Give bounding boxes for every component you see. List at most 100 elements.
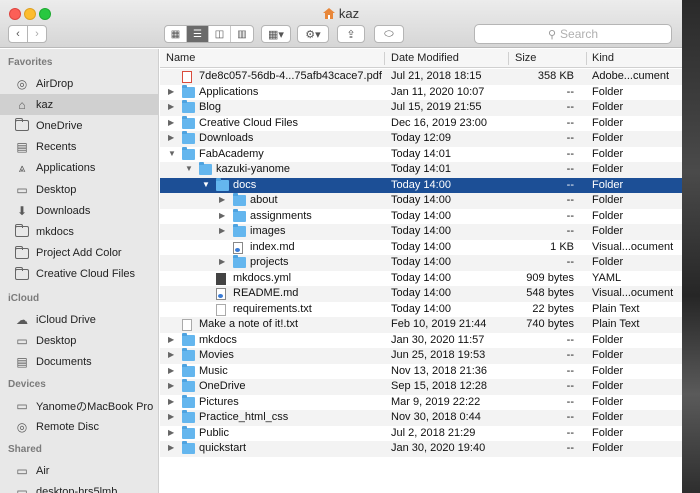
file-row[interactable]: ▶ Downloads Today 12:09 -- Folder bbox=[160, 131, 682, 147]
forward-button[interactable]: › bbox=[27, 25, 47, 43]
folder-icon bbox=[182, 394, 195, 408]
sidebar-item[interactable]: mkdocs bbox=[0, 221, 158, 242]
file-name: about bbox=[250, 194, 278, 206]
disclosure-closed-icon[interactable]: ▶ bbox=[219, 211, 229, 220]
file-name: Music bbox=[199, 364, 228, 377]
file-size: -- bbox=[566, 349, 574, 361]
file-row[interactable]: mkdocs.yml Today 14:00 909 bytes YAML bbox=[160, 271, 682, 287]
disclosure-closed-icon[interactable]: ▶ bbox=[168, 133, 178, 142]
file-row[interactable]: ▶ Blog Jul 15, 2019 21:55 -- Folder bbox=[160, 100, 682, 116]
sidebar-item[interactable]: ▤ Recents bbox=[0, 137, 158, 158]
file-row[interactable]: ▼ docs Today 14:00 -- Folder bbox=[160, 177, 682, 193]
sidebar-item[interactable]: ⩓ Applications bbox=[0, 158, 158, 179]
sidebar-item[interactable]: ◎ Remote Disc bbox=[0, 416, 158, 437]
sidebar-item[interactable]: ◎ AirDrop bbox=[0, 73, 158, 94]
disclosure-open-icon[interactable]: ▼ bbox=[185, 164, 195, 173]
disclosure-closed-icon[interactable]: ▶ bbox=[219, 195, 229, 204]
sidebar-item[interactable]: ⬇ Downloads bbox=[0, 200, 158, 221]
column-view-button[interactable]: ◫ bbox=[209, 26, 231, 42]
sidebar-item[interactable]: ☁ iCloud Drive bbox=[0, 309, 158, 330]
file-kind: Folder bbox=[592, 411, 624, 423]
sidebar-item[interactable]: ▤ Documents bbox=[0, 351, 158, 372]
disclosure-closed-icon[interactable]: ▶ bbox=[168, 102, 178, 111]
column-header-size[interactable]: Size bbox=[515, 52, 536, 64]
gallery-view-button[interactable]: ▥ bbox=[231, 26, 253, 42]
file-row[interactable]: ▶ images Today 14:00 -- Folder bbox=[160, 224, 682, 240]
file-row[interactable]: ▶ Movies Jun 25, 2018 19:53 -- Folder bbox=[160, 348, 682, 364]
disclosure-closed-icon[interactable]: ▶ bbox=[168, 335, 178, 344]
file-row[interactable]: ▶ Creative Cloud Files Dec 16, 2019 23:00 -… bbox=[160, 115, 682, 132]
disclosure-open-icon[interactable]: ▼ bbox=[202, 180, 212, 189]
column-headers: Name Date Modified Size Kind bbox=[160, 49, 682, 68]
disclosure-closed-icon[interactable]: ▶ bbox=[168, 443, 178, 452]
sidebar-item[interactable]: ▭ Desktop bbox=[0, 179, 158, 200]
share-button[interactable]: ⇪ bbox=[337, 25, 365, 43]
disclosure-closed-icon[interactable]: ▶ bbox=[168, 350, 178, 359]
sidebar-item-label: kaz bbox=[36, 98, 54, 111]
disclosure-closed-icon[interactable]: ▶ bbox=[168, 87, 178, 96]
file-row[interactable]: Make a note of it!.txt Feb 10, 2019 21:44… bbox=[160, 317, 682, 333]
disclosure-closed-icon[interactable]: ▶ bbox=[168, 428, 178, 437]
file-kind: Folder bbox=[592, 256, 624, 268]
file-row[interactable]: ▼ kazuki-yanome Today 14:01 -- Folder bbox=[160, 162, 682, 178]
column-header-kind[interactable]: Kind bbox=[592, 52, 614, 64]
finder-window: kaz ‹ › ▦ ☰ ◫ ▥ ▦▾ ⚙▾ ⇪ ⬭ ⚲ Search Favor… bbox=[0, 0, 700, 493]
list-view-button[interactable]: ☰ bbox=[187, 26, 209, 42]
file-kind: Plain Text bbox=[592, 318, 640, 330]
file-size: 548 bytes bbox=[526, 287, 574, 299]
file-row[interactable]: index.md Today 14:00 1 KB Visual...ocument bbox=[160, 240, 682, 256]
file-name: index.md bbox=[250, 240, 295, 253]
search-field[interactable]: ⚲ Search bbox=[474, 24, 672, 44]
back-button[interactable]: ‹ bbox=[8, 25, 28, 43]
file-row[interactable]: ▶ mkdocs Jan 30, 2020 11:57 -- Folder bbox=[160, 332, 682, 349]
sidebar-item[interactable]: OneDrive bbox=[0, 115, 158, 136]
sidebar-item[interactable]: ▭ YanomeのMacBook Pro bbox=[0, 395, 158, 416]
sidebar-item-label: Desktop bbox=[36, 183, 77, 196]
file-size: 358 KB bbox=[537, 70, 574, 82]
sidebar-item[interactable]: ▭ Desktop bbox=[0, 330, 158, 351]
file-row[interactable]: ▼ FabAcademy Today 14:01 -- Folder bbox=[160, 146, 682, 163]
disclosure-closed-icon[interactable]: ▶ bbox=[168, 412, 178, 421]
tag-button[interactable]: ⬭ bbox=[374, 25, 404, 43]
column-header-name[interactable]: Name bbox=[166, 52, 195, 64]
disclosure-closed-icon[interactable]: ▶ bbox=[168, 118, 178, 127]
file-row[interactable]: ▶ Applications Jan 11, 2020 10:07 -- Folder bbox=[160, 84, 682, 101]
toolbar: kaz ‹ › ▦ ☰ ◫ ▥ ▦▾ ⚙▾ ⇪ ⬭ ⚲ Search bbox=[0, 0, 682, 48]
file-name: docs bbox=[233, 178, 257, 191]
action-button[interactable]: ⚙▾ bbox=[297, 25, 329, 43]
file-row[interactable]: ▶ Public Jul 2, 2018 21:29 -- Folder bbox=[160, 425, 682, 442]
sidebar-item[interactable]: Creative Cloud Files bbox=[0, 264, 158, 285]
sidebar-item-label: OneDrive bbox=[36, 119, 83, 132]
file-row[interactable]: ▶ Music Nov 13, 2018 21:36 -- Folder bbox=[160, 363, 682, 380]
file-row[interactable]: ▶ assignments Today 14:00 -- Folder bbox=[160, 208, 682, 225]
disclosure-closed-icon[interactable]: ▶ bbox=[168, 366, 178, 375]
file-size: -- bbox=[566, 333, 574, 346]
sidebar-item[interactable]: ⌂ kaz bbox=[0, 94, 158, 116]
icon-view-button[interactable]: ▦ bbox=[165, 26, 187, 42]
sidebar-item[interactable]: ▭ desktop-hrs5lmb bbox=[0, 481, 158, 493]
file-row[interactable]: ▶ projects Today 14:00 -- Folder bbox=[160, 255, 682, 271]
column-header-modified[interactable]: Date Modified bbox=[391, 52, 459, 64]
file-modified: Jan 30, 2020 19:40 bbox=[391, 442, 486, 454]
disclosure-closed-icon[interactable]: ▶ bbox=[168, 381, 178, 390]
laptop-icon: ▭ bbox=[16, 398, 28, 413]
file-kind: Folder bbox=[592, 364, 624, 377]
file-row[interactable]: ▶ about Today 14:00 -- Folder bbox=[160, 193, 682, 209]
folder-icon bbox=[182, 115, 195, 129]
file-name: Downloads bbox=[199, 132, 254, 144]
disclosure-open-icon[interactable]: ▼ bbox=[168, 149, 178, 158]
file-row[interactable]: 7de8c057-56db-4...75afb43cace7.pdf Jul 21… bbox=[160, 69, 682, 85]
folder-icon bbox=[182, 425, 195, 439]
sidebar-item[interactable]: Project Add Color bbox=[0, 243, 158, 264]
disclosure-closed-icon[interactable]: ▶ bbox=[219, 257, 229, 266]
file-row[interactable]: ▶ quickstart Jan 30, 2020 19:40 -- Folder bbox=[160, 441, 682, 457]
file-row[interactable]: ▶ Pictures Mar 9, 2019 22:22 -- Folder bbox=[160, 394, 682, 411]
file-row[interactable]: ▶ Practice_html_css Nov 30, 2018 0:44 -- Fol… bbox=[160, 410, 682, 426]
arrange-button[interactable]: ▦▾ bbox=[261, 25, 291, 43]
file-row[interactable]: ▶ OneDrive Sep 15, 2018 12:28 -- Folder bbox=[160, 379, 682, 395]
disclosure-closed-icon[interactable]: ▶ bbox=[219, 226, 229, 235]
file-row[interactable]: requirements.txt Today 14:00 22 bytes Plain… bbox=[160, 302, 682, 318]
disclosure-closed-icon[interactable]: ▶ bbox=[168, 397, 178, 406]
sidebar-item[interactable]: ▭ Air bbox=[0, 460, 158, 481]
file-row[interactable]: README.md Today 14:00 548 bytes Visual...oc… bbox=[160, 286, 682, 302]
